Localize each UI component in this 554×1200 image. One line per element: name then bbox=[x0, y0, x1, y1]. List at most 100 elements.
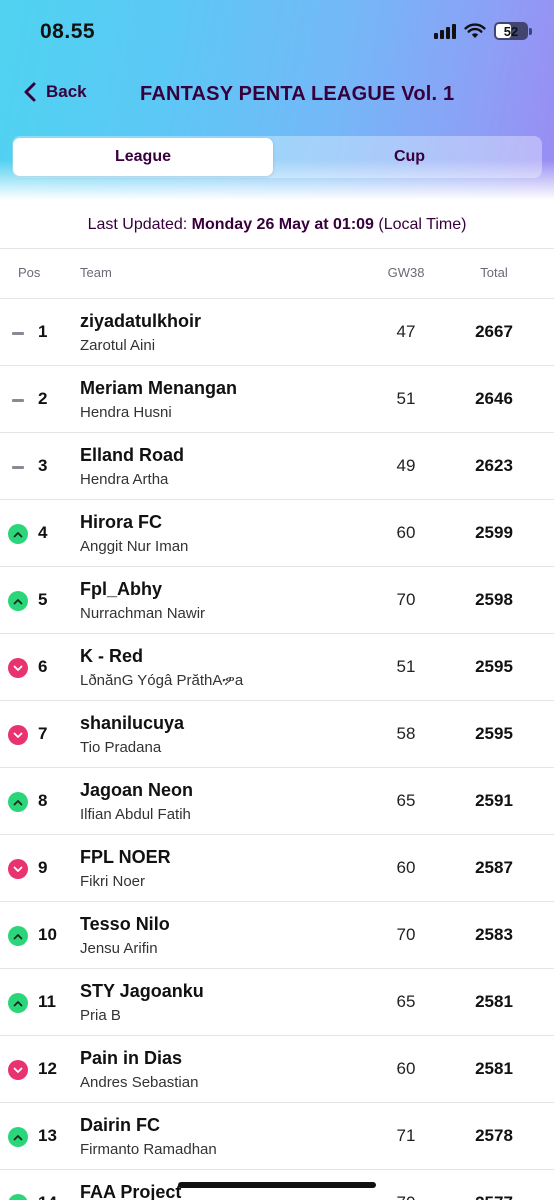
team-name: Fpl_Abhy bbox=[80, 579, 163, 599]
total-points: 2599 bbox=[475, 523, 513, 542]
column-header-pos: Pos bbox=[18, 265, 41, 280]
table-row[interactable]: 1 ziyadatulkhoir Zarotul Aini 47 2667 bbox=[0, 299, 554, 366]
column-header-team: Team bbox=[80, 265, 112, 280]
manager-name: Anggit Nur Iman bbox=[80, 538, 189, 555]
team-name: FPL NOER bbox=[80, 847, 171, 867]
rank-down-icon bbox=[8, 725, 28, 745]
team-name: FAA Project bbox=[80, 1182, 182, 1200]
signal-icon bbox=[434, 23, 456, 39]
table-row[interactable]: 4 Hirora FC Anggit Nur Iman 60 2599 bbox=[0, 500, 554, 567]
wifi-icon bbox=[464, 23, 486, 38]
divider bbox=[0, 248, 554, 249]
total-points: 2623 bbox=[475, 456, 513, 475]
rank-position: 5 bbox=[38, 590, 48, 609]
team-name: Dairin FC bbox=[80, 1115, 161, 1135]
rank-up-icon bbox=[8, 524, 28, 544]
team-name: Pain in Dias bbox=[80, 1048, 183, 1068]
table-row[interactable]: 10 Tesso Nilo Jensu Arifin 70 2583 bbox=[0, 902, 554, 969]
battery-level: 52 bbox=[503, 23, 519, 39]
total-points: 2667 bbox=[475, 322, 513, 341]
table-row[interactable]: 5 Fpl_Abhy Nurrachman Nawir 70 2598 bbox=[0, 567, 554, 634]
rank-up-icon bbox=[8, 591, 28, 611]
rank-position: 6 bbox=[38, 657, 48, 676]
total-points: 2595 bbox=[475, 724, 513, 743]
team-name: Elland Road bbox=[80, 445, 185, 465]
table-row[interactable]: 11 STY Jagoanku Pria B 65 2581 bbox=[0, 969, 554, 1036]
manager-name: Pria B bbox=[80, 1007, 121, 1024]
gameweek-points: 58 bbox=[396, 724, 416, 743]
table-row[interactable]: 13 Dairin FC Firmanto Ramadhan 71 2578 bbox=[0, 1103, 554, 1170]
gameweek-points: 49 bbox=[396, 456, 416, 475]
page-title: FANTASY PENTA LEAGUE Vol. 1 bbox=[140, 83, 455, 105]
manager-name: Nurrachman Nawir bbox=[80, 605, 206, 622]
total-points: 2595 bbox=[475, 657, 513, 676]
table-row[interactable]: 3 Elland Road Hendra Artha 49 2623 bbox=[0, 433, 554, 500]
back-button[interactable]: Back bbox=[24, 82, 87, 102]
rank-position: 13 bbox=[38, 1126, 57, 1145]
chevron-left-icon bbox=[24, 82, 36, 102]
rank-position: 10 bbox=[38, 925, 57, 944]
team-name: K - Red bbox=[80, 646, 143, 666]
table-row[interactable]: 8 Jagoan Neon Ilfian Abdul Fatih 65 2591 bbox=[0, 768, 554, 835]
team-name: ziyadatulkhoir bbox=[80, 311, 202, 331]
total-points: 2591 bbox=[475, 791, 513, 810]
rank-down-icon bbox=[8, 1060, 28, 1080]
team-name: shanilucuya bbox=[80, 713, 185, 733]
gameweek-points: 70 bbox=[396, 925, 416, 944]
gameweek-points: 71 bbox=[396, 1126, 416, 1145]
status-time: 08.55 bbox=[40, 20, 96, 43]
rank-up-icon bbox=[8, 792, 28, 812]
rank-up-icon bbox=[8, 993, 28, 1013]
home-indicator bbox=[178, 1182, 376, 1188]
tab-bar: League Cup bbox=[12, 136, 542, 178]
table-row[interactable]: 9 FPL NOER Fikri Noer 60 2587 bbox=[0, 835, 554, 902]
last-updated-date: Monday 26 May at 01:09 bbox=[191, 216, 374, 233]
table-row[interactable]: 2 Meriam Menangan Hendra Husni 51 2646 bbox=[0, 366, 554, 433]
rank-position: 4 bbox=[38, 523, 48, 542]
manager-name: Andres Sebastian bbox=[80, 1074, 199, 1091]
rank-position: 7 bbox=[38, 724, 48, 743]
manager-name: Hendra Artha bbox=[80, 471, 169, 488]
nav-bar: Back FANTASY PENTA LEAGUE Vol. 1 bbox=[0, 72, 554, 116]
rank-down-icon bbox=[8, 658, 28, 678]
manager-name: Jensu Arifin bbox=[80, 940, 158, 957]
total-points: 2577 bbox=[462, 1193, 526, 1200]
rank-position: 11 bbox=[38, 992, 56, 1011]
manager-name: Tio Pradana bbox=[80, 739, 162, 756]
manager-name: Zarotul Aini bbox=[80, 337, 156, 354]
rank-position: 1 bbox=[38, 322, 48, 341]
last-updated-suffix: (Local Time) bbox=[373, 216, 467, 233]
rank-same-icon bbox=[8, 457, 28, 477]
gameweek-points: 51 bbox=[396, 389, 416, 408]
status-icons: 52 bbox=[434, 22, 532, 40]
manager-name: Ilfian Abdul Fatih bbox=[80, 806, 191, 823]
rank-position: 14 bbox=[38, 1193, 66, 1200]
rank-same-icon bbox=[8, 323, 28, 343]
table-row[interactable]: 7 shanilucuya Tio Pradana 58 2595 bbox=[0, 701, 554, 768]
battery-icon: 52 bbox=[494, 22, 528, 40]
table-row[interactable]: 12 Pain in Dias Andres Sebastian 60 2581 bbox=[0, 1036, 554, 1103]
manager-name: Fikri Noer bbox=[80, 873, 146, 890]
gameweek-points: 60 bbox=[396, 523, 416, 542]
manager-name: Firmanto Ramadhan bbox=[80, 1141, 217, 1158]
gameweek-points: 51 bbox=[396, 657, 416, 676]
column-header-total: Total bbox=[480, 265, 508, 280]
total-points: 2581 bbox=[475, 1059, 513, 1078]
gameweek-points: 60 bbox=[396, 1059, 416, 1078]
gameweek-points: 70 bbox=[376, 1193, 436, 1200]
column-header-gw: GW38 bbox=[387, 265, 425, 280]
tab-cup[interactable]: Cup bbox=[277, 138, 542, 176]
manager-name: Hendra Husni bbox=[80, 404, 172, 421]
total-points: 2581 bbox=[475, 992, 513, 1011]
last-updated-prefix: Last Updated: bbox=[87, 216, 192, 233]
manager-name: LðnănG Yógâ PrăthAዏa bbox=[80, 672, 244, 689]
total-points: 2578 bbox=[475, 1126, 513, 1145]
rank-position: 9 bbox=[38, 858, 48, 877]
tab-league[interactable]: League bbox=[13, 138, 273, 176]
rank-up-icon bbox=[8, 1194, 28, 1200]
gameweek-points: 65 bbox=[396, 992, 416, 1011]
table-row[interactable]: 6 K - Red LðnănG Yógâ PrăthAዏa 51 2595 bbox=[0, 634, 554, 701]
rank-position: 2 bbox=[38, 389, 48, 408]
rank-same-icon bbox=[8, 390, 28, 410]
total-points: 2587 bbox=[475, 858, 513, 877]
